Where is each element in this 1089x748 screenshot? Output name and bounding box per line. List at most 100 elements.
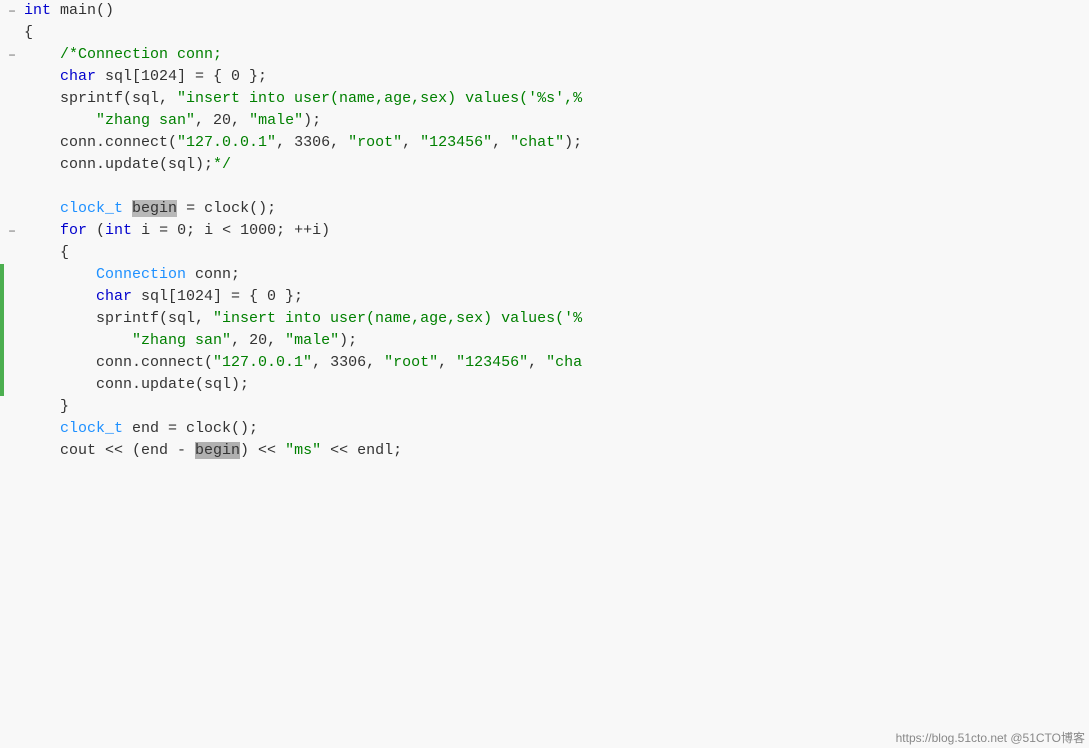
token: { (24, 24, 33, 41)
token: "male" (249, 112, 303, 129)
token: ); (303, 112, 321, 129)
token (24, 288, 96, 305)
fold-column[interactable]: − (4, 44, 20, 66)
token (24, 332, 132, 349)
left-bar (0, 418, 4, 440)
token (24, 420, 60, 437)
token: , 20, (231, 332, 285, 349)
left-bar (0, 330, 4, 352)
line-content: Connection conn; (20, 264, 240, 286)
token: sql[1024] = { 0 }; (96, 68, 267, 85)
token (24, 46, 60, 63)
token: conn; (186, 266, 240, 283)
token: sprintf(sql, (24, 90, 177, 107)
token: ) << (240, 442, 285, 459)
left-bar (0, 22, 4, 44)
left-bar (0, 176, 4, 198)
token: Connection (96, 266, 186, 283)
token: begin (132, 200, 177, 217)
token: end = clock(); (123, 420, 258, 437)
left-bar (0, 374, 4, 396)
left-bar (0, 286, 4, 308)
code-lines: −int main(){− /*Connection conn; char sq… (0, 0, 1089, 748)
line-row: "zhang san", 20, "male"); (0, 110, 1089, 132)
line-row: − for (int i = 0; i < 1000; ++i) (0, 220, 1089, 242)
line-content: sprintf(sql, "insert into user(name,age,… (20, 88, 582, 110)
line-row: conn.update(sql); (0, 374, 1089, 396)
token (24, 266, 96, 283)
token: , (528, 354, 546, 371)
token: clock_t (60, 420, 123, 437)
token: "cha (546, 354, 582, 371)
token: "male" (285, 332, 339, 349)
token: , 3306, (312, 354, 384, 371)
line-content: char sql[1024] = { 0 }; (20, 66, 267, 88)
line-row: conn.connect("127.0.0.1", 3306, "root", … (0, 352, 1089, 374)
token: main() (51, 2, 114, 19)
line-content: "zhang san", 20, "male"); (20, 330, 357, 352)
left-bar (0, 88, 4, 110)
line-content: cout << (end - begin) << "ms" << endl; (20, 440, 402, 462)
line-row: char sql[1024] = { 0 }; (0, 66, 1089, 88)
token: , 3306, (276, 134, 348, 151)
line-row (0, 176, 1089, 198)
line-content: conn.connect("127.0.0.1", 3306, "root", … (20, 132, 582, 154)
line-content: clock_t begin = clock(); (20, 198, 276, 220)
token: "ms" (285, 442, 321, 459)
line-content: { (20, 242, 69, 264)
token: "root" (348, 134, 402, 151)
token (24, 68, 60, 85)
line-row: { (0, 242, 1089, 264)
left-bar (0, 66, 4, 88)
left-bar (0, 308, 4, 330)
line-content: "zhang san", 20, "male"); (20, 110, 321, 132)
left-bar (0, 154, 4, 176)
token: } (24, 398, 69, 415)
token: int (105, 222, 132, 239)
line-row: −int main() (0, 0, 1089, 22)
token: i = 0; i < 1000; ++i) (132, 222, 330, 239)
left-bar (0, 396, 4, 418)
code-editor: −int main(){− /*Connection conn; char sq… (0, 0, 1089, 748)
line-row: "zhang san", 20, "male"); (0, 330, 1089, 352)
token: char (60, 68, 96, 85)
token: , (402, 134, 420, 151)
token: { (24, 244, 69, 261)
token: conn.update(sql); (24, 376, 249, 393)
token: ); (564, 134, 582, 151)
token: int (24, 2, 51, 19)
line-content: conn.update(sql); (20, 374, 249, 396)
token: for (60, 222, 87, 239)
line-row: } (0, 396, 1089, 418)
token: ( (87, 222, 105, 239)
fold-column[interactable]: − (4, 220, 20, 242)
token: << endl; (321, 442, 402, 459)
line-content: /*Connection conn; (20, 44, 222, 66)
left-bar (0, 242, 4, 264)
token: conn.update(sql); (24, 156, 213, 173)
token: "insert into user(name,age,sex) values('… (213, 310, 582, 327)
token: conn.connect( (24, 134, 177, 151)
line-content: sprintf(sql, "insert into user(name,age,… (20, 308, 582, 330)
token: "127.0.0.1" (177, 134, 276, 151)
fold-column[interactable]: − (4, 0, 20, 22)
line-row: conn.update(sql);*/ (0, 154, 1089, 176)
left-bar (0, 352, 4, 374)
token: /*Connection conn; (60, 46, 222, 63)
token: ); (339, 332, 357, 349)
line-content: char sql[1024] = { 0 }; (20, 286, 303, 308)
token: , 20, (195, 112, 249, 129)
token: "zhang san" (132, 332, 231, 349)
token: cout << (end - (24, 442, 195, 459)
token: conn.connect( (24, 354, 213, 371)
line-row: sprintf(sql, "insert into user(name,age,… (0, 88, 1089, 110)
line-row: cout << (end - begin) << "ms" << endl; (0, 440, 1089, 462)
token: "chat" (510, 134, 564, 151)
token: , (492, 134, 510, 151)
token: clock_t (60, 200, 123, 217)
left-bar (0, 264, 4, 286)
token: char (96, 288, 132, 305)
token (24, 112, 96, 129)
left-bar (0, 198, 4, 220)
token: = clock(); (177, 200, 276, 217)
